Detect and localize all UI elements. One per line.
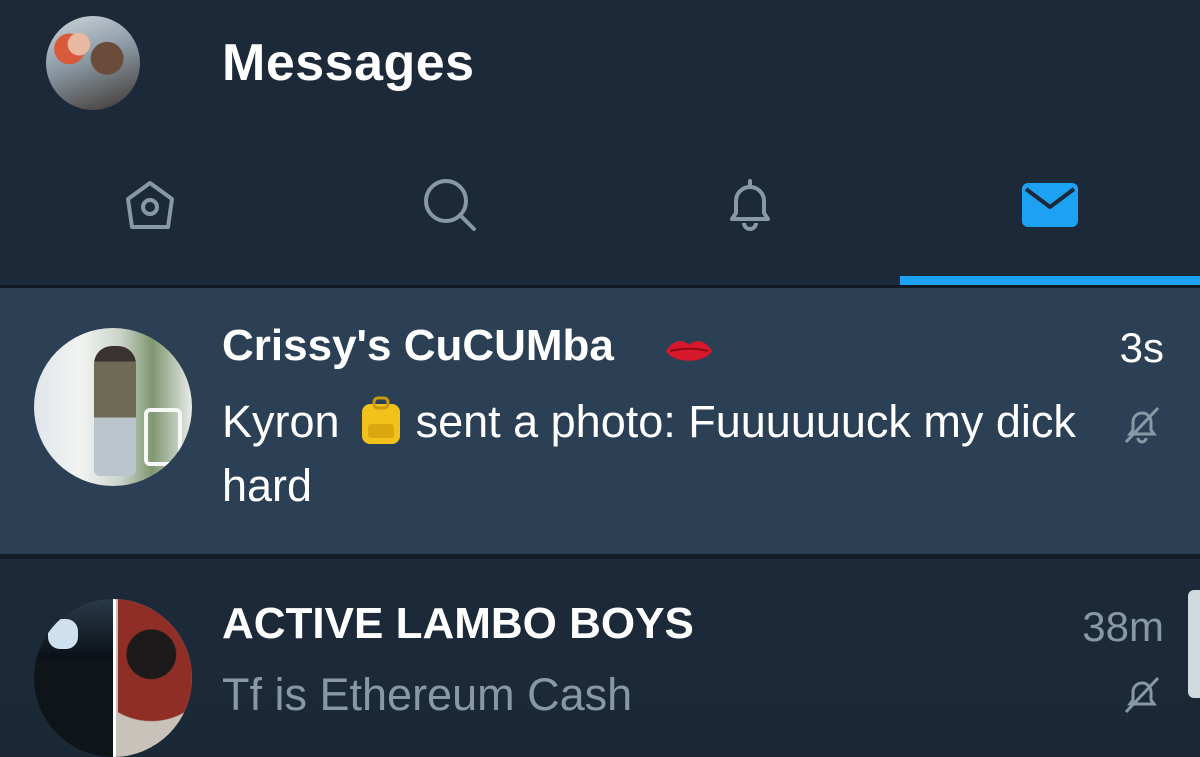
tab-messages[interactable] xyxy=(900,145,1200,285)
tab-search[interactable] xyxy=(300,145,600,285)
tab-notifications[interactable] xyxy=(600,145,900,285)
conversation-time: 3s xyxy=(1119,324,1164,371)
muted-bell-icon xyxy=(1124,406,1160,444)
conversation-avatar xyxy=(34,328,192,486)
top-app-bar: Messages xyxy=(0,0,1200,145)
tab-bar xyxy=(0,145,1200,285)
conversation-name: ACTIVE LAMBO BOYS xyxy=(222,599,694,648)
home-icon xyxy=(126,181,174,229)
tab-home[interactable] xyxy=(0,145,300,285)
scrollbar[interactable] xyxy=(1188,590,1200,698)
preview-sender: Kyron xyxy=(222,396,340,447)
conversation-avatar xyxy=(34,599,192,757)
muted-bell-icon xyxy=(1124,676,1160,714)
kiss-mark-icon xyxy=(666,341,712,361)
conversation-preview: Kyron sent a photo: Fuuuuuuck my dick har… xyxy=(222,390,1102,518)
conversation-row[interactable]: Crissy's CuCUMba 3s Kyron sent a photo: F… xyxy=(0,288,1200,554)
conversation-row[interactable]: ACTIVE LAMBO BOYS 38m Tf is Ethereum Cas… xyxy=(0,559,1200,757)
active-tab-indicator xyxy=(900,276,1200,285)
profile-avatar[interactable] xyxy=(46,16,140,110)
conversation-name: Crissy's CuCUMba xyxy=(222,321,614,370)
conversation-time: 38m xyxy=(1082,603,1164,650)
preview-text: sent a photo: Fuuuuuuck my dick hard xyxy=(222,396,1076,512)
backpack-icon xyxy=(360,396,402,446)
envelope-icon xyxy=(1022,183,1078,227)
page-title: Messages xyxy=(222,34,475,92)
conversation-preview: Tf is Ethereum Cash xyxy=(222,669,633,720)
search-icon xyxy=(424,179,476,231)
bell-icon xyxy=(730,179,770,231)
